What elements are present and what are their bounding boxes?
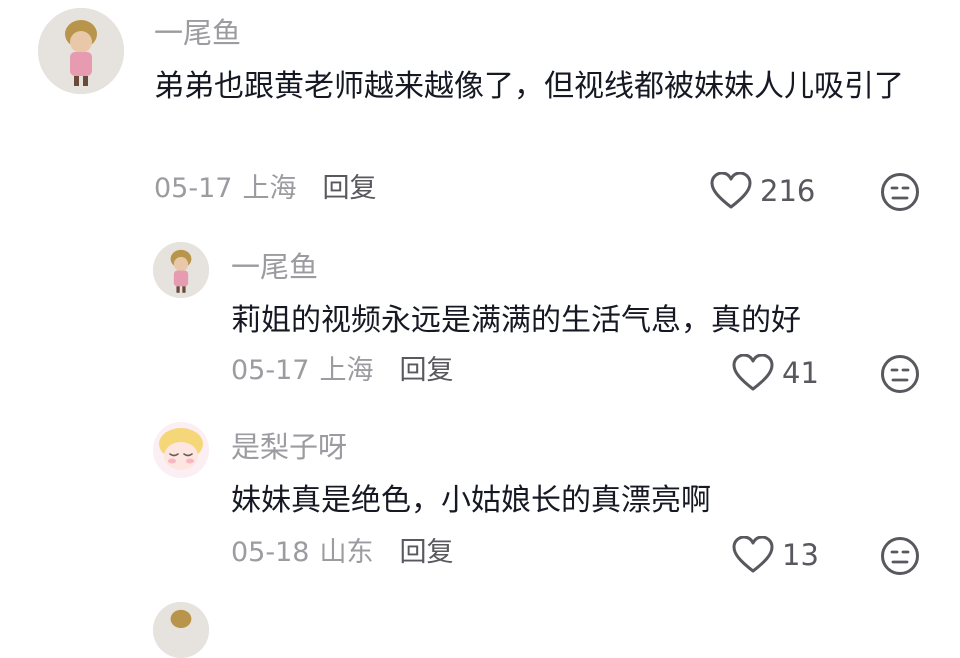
reply-button[interactable]: 回复 bbox=[399, 354, 453, 388]
comment-location: 山东 bbox=[319, 537, 374, 568]
comment-text: 弟弟也跟黄老师越来越像了，但视线都被妹妹人儿吸引了 bbox=[154, 69, 904, 104]
avatar[interactable] bbox=[153, 422, 209, 478]
comment-date: 05-17 bbox=[231, 355, 310, 386]
like-button[interactable]: 216 bbox=[710, 172, 815, 210]
doll-avatar-icon bbox=[38, 8, 124, 94]
cartoon-avatar-icon bbox=[153, 422, 209, 478]
avatar[interactable] bbox=[38, 8, 124, 94]
doll-avatar-icon bbox=[153, 602, 209, 658]
dislike-button[interactable] bbox=[880, 536, 920, 576]
comment-meta: 05-17 上海 回复 bbox=[154, 172, 376, 206]
doll-avatar-icon bbox=[153, 242, 209, 298]
comment-text: 莉姐的视频永远是满满的生活气息，真的好 bbox=[231, 303, 801, 338]
reply-item: 一尾鱼 莉姐的视频永远是满满的生活气息，真的好 05-17 上海 回复 41 bbox=[0, 230, 960, 410]
like-count: 216 bbox=[760, 174, 816, 208]
reply-button[interactable]: 回复 bbox=[399, 536, 453, 570]
username[interactable]: 一尾鱼 bbox=[154, 16, 241, 50]
comment-text: 妹妹真是绝色，小姑娘长的真漂亮啊 bbox=[231, 483, 711, 518]
dislike-button[interactable] bbox=[880, 354, 920, 394]
heart-icon bbox=[732, 536, 774, 573]
comment-meta: 05-18 山东 回复 bbox=[231, 536, 453, 570]
heart-icon bbox=[732, 354, 774, 391]
meh-face-icon bbox=[881, 537, 919, 575]
like-button[interactable]: 13 bbox=[732, 536, 819, 574]
avatar[interactable] bbox=[153, 242, 209, 298]
username[interactable]: 一尾鱼 bbox=[231, 250, 318, 284]
reply-button[interactable]: 回复 bbox=[322, 172, 376, 206]
comment-location: 上海 bbox=[319, 355, 374, 386]
reply-item: 是梨子呀 妹妹真是绝色，小姑娘长的真漂亮啊 05-18 山东 回复 13 bbox=[0, 410, 960, 590]
comment-item: 一尾鱼 弟弟也跟黄老师越来越像了，但视线都被妹妹人儿吸引了 05-17 上海 回… bbox=[0, 0, 960, 230]
heart-icon bbox=[710, 172, 752, 209]
avatar[interactable] bbox=[153, 602, 209, 658]
comment-meta: 05-17 上海 回复 bbox=[231, 354, 453, 388]
like-count: 41 bbox=[782, 356, 819, 390]
comment-date: 05-18 bbox=[231, 537, 310, 568]
like-button[interactable]: 41 bbox=[732, 354, 819, 392]
meh-face-icon bbox=[881, 355, 919, 393]
dislike-button[interactable] bbox=[880, 172, 920, 212]
like-count: 13 bbox=[782, 538, 819, 572]
comment-date: 05-17 bbox=[154, 173, 233, 204]
comment-location: 上海 bbox=[242, 173, 297, 204]
username[interactable]: 是梨子呀 bbox=[231, 430, 347, 464]
meh-face-icon bbox=[881, 173, 919, 211]
